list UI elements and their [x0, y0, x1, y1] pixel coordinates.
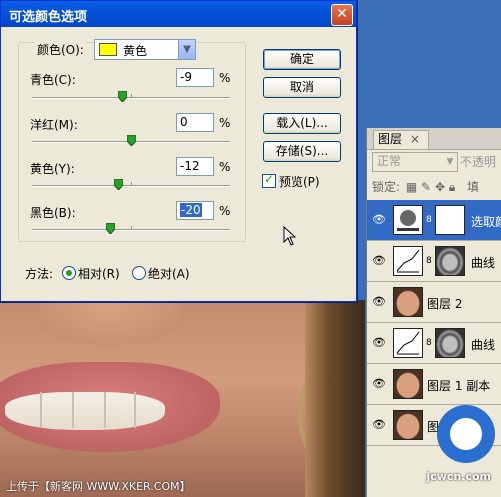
blend-mode-value: 正常: [377, 154, 402, 168]
lock-transparency-icon[interactable]: ▦: [406, 180, 417, 194]
tab-layers-label: 图层: [378, 132, 403, 146]
eye-icon[interactable]: 👁︎: [371, 213, 387, 226]
teeth-gap: [104, 392, 106, 428]
teeth-gap: [40, 392, 42, 428]
magenta-label: 洋红(M):: [30, 118, 78, 132]
cyan-label: 青色(C):: [30, 73, 76, 87]
lock-move-icon[interactable]: ✥: [435, 180, 445, 194]
relative-radio[interactable]: [62, 266, 76, 280]
layer-thumb: [393, 369, 423, 399]
chain-icon[interactable]: 8: [426, 215, 432, 225]
layer-row[interactable]: 👁︎ 图层 2: [367, 282, 501, 323]
chevron-down-icon[interactable]: ▼: [178, 40, 195, 59]
black-input-selection: -20: [180, 203, 202, 217]
chain-icon[interactable]: 8: [426, 256, 432, 266]
watermark-text: 上传于【新客网 WWW.XKER.COM】: [6, 480, 191, 493]
load-button[interactable]: 载入(L)...: [263, 113, 341, 134]
cyan-unit: %: [219, 71, 231, 85]
hair-shape: [305, 300, 365, 497]
layer-name: 曲线: [471, 256, 496, 270]
layer-mask-thumb[interactable]: [435, 246, 465, 276]
layer-thumb: [393, 287, 423, 317]
layer-mask-thumb[interactable]: [435, 205, 465, 235]
eye-icon[interactable]: 👁︎: [371, 295, 387, 308]
layer-name: 选取颜: [471, 215, 501, 229]
color-select-value: 黄色: [123, 44, 148, 58]
teeth-gap: [134, 392, 136, 428]
black-label: 黑色(B):: [30, 206, 76, 220]
absolute-label[interactable]: 绝对(A): [148, 265, 190, 282]
cursor-icon: [283, 226, 297, 246]
dialog-titlebar[interactable]: 可选颜色选项 ✕: [1, 1, 356, 27]
yellow-label: 黄色(Y):: [30, 162, 75, 176]
magenta-input[interactable]: 0: [176, 113, 214, 132]
eye-icon[interactable]: 👁︎: [371, 377, 387, 390]
site-logo: 联盟: [437, 405, 495, 463]
black-input[interactable]: -20: [176, 201, 214, 220]
lock-brush-icon[interactable]: ✎: [421, 180, 431, 194]
black-slider-thumb[interactable]: [106, 223, 115, 234]
save-button[interactable]: 存储(S)...: [263, 141, 341, 162]
layer-name: 图层 2: [427, 297, 463, 311]
layer-row[interactable]: 👁︎ 图层 1 副本: [367, 364, 501, 405]
cancel-button[interactable]: 取消: [263, 77, 341, 98]
preview-label[interactable]: 预览(P): [279, 173, 320, 190]
color-select[interactable]: 黄色 ▼: [94, 39, 196, 60]
checkmark-icon: ✓: [264, 172, 275, 186]
relative-label[interactable]: 相对(R): [78, 265, 120, 282]
tab-layers[interactable]: 图层 ×: [373, 130, 429, 149]
layer-thumb: [393, 410, 423, 440]
dialog-title: 可选颜色选项: [9, 10, 88, 25]
cyan-slider-thumb[interactable]: [118, 91, 127, 102]
teeth-shape: [5, 392, 165, 430]
close-button[interactable]: ✕: [331, 4, 353, 26]
cyan-center-tick: [131, 94, 132, 98]
yellow-input[interactable]: -12: [176, 157, 214, 176]
eye-icon[interactable]: 👁︎: [371, 254, 387, 267]
layer-name: 曲线: [471, 338, 496, 352]
eye-icon[interactable]: 👁︎: [371, 418, 387, 431]
lock-all-icon[interactable]: 🔒︎: [449, 180, 455, 194]
selective-color-dialog: 可选颜色选项 ✕ 颜色(O): 黄色 ▼ 青色(C): -9 % 洋红(M): …: [0, 0, 357, 302]
layer-row[interactable]: 👁︎ 8 选取颜: [367, 200, 501, 241]
layer-name: 图层 1 副本: [427, 379, 491, 393]
chain-icon[interactable]: 8: [426, 338, 432, 348]
teeth-gap: [72, 392, 74, 428]
magenta-unit: %: [219, 116, 231, 130]
curves-icon: [393, 246, 423, 276]
blend-mode-select[interactable]: 正常 ▼: [372, 152, 458, 172]
lock-row: 锁定: ▦ ✎ ✥ 🔒︎ 填: [372, 178, 479, 195]
close-icon[interactable]: ×: [410, 132, 420, 146]
method-label: 方法:: [25, 267, 54, 281]
nose-shape: [40, 300, 180, 345]
lock-label: 锁定:: [372, 180, 401, 194]
yellow-unit: %: [219, 160, 231, 174]
preview-checkbox[interactable]: ✓: [262, 172, 276, 188]
layer-mask-thumb[interactable]: [435, 328, 465, 358]
layer-row[interactable]: 👁︎ 8 曲线: [367, 323, 501, 364]
eye-icon[interactable]: 👁︎: [371, 336, 387, 349]
color-swatch: [99, 43, 117, 56]
ok-button[interactable]: 确定: [263, 49, 341, 70]
yellow-center-tick: [131, 182, 132, 186]
opacity-label: 不透明: [460, 155, 497, 169]
magenta-slider-thumb[interactable]: [127, 135, 136, 146]
cyan-input[interactable]: -9: [176, 68, 214, 87]
fill-label: 填: [467, 180, 480, 194]
chevron-down-icon[interactable]: ▼: [443, 153, 457, 171]
radio-dot: [66, 270, 72, 276]
layer-row[interactable]: 👁︎ 8 曲线: [367, 241, 501, 282]
curves-icon: [393, 328, 423, 358]
absolute-radio[interactable]: [132, 266, 146, 280]
black-center-tick: [131, 226, 132, 230]
site-url: jcwcn.com: [426, 470, 491, 483]
black-unit: %: [219, 204, 231, 218]
color-label: 颜色(O):: [35, 41, 86, 58]
yellow-slider-thumb[interactable]: [114, 179, 123, 190]
selective-color-icon: [393, 205, 423, 235]
photo-canvas: [0, 300, 365, 497]
